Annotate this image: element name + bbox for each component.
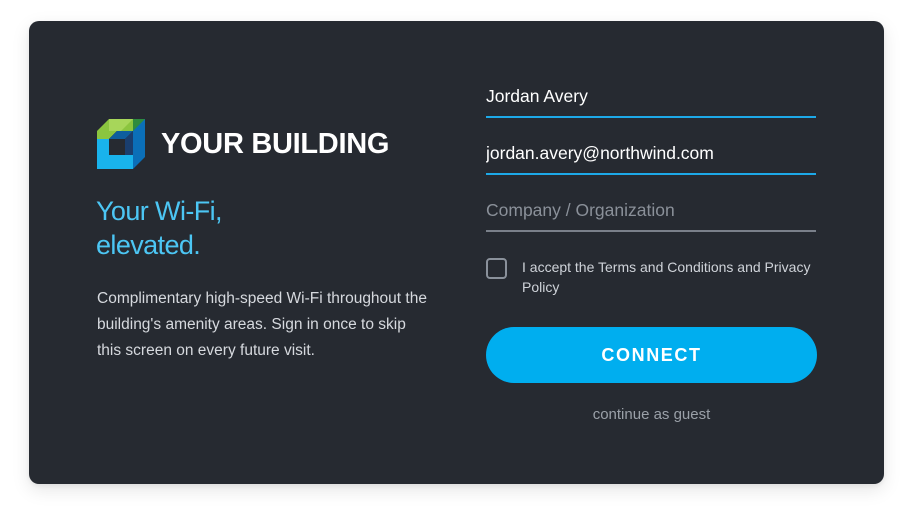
connect-button[interactable]: CONNECT bbox=[486, 327, 817, 383]
tagline: Your Wi-Fi, elevated. bbox=[96, 194, 396, 262]
terms-row: I accept the Terms and Conditions and Pr… bbox=[486, 257, 816, 297]
continue-as-guest-link[interactable]: continue as guest bbox=[486, 406, 817, 423]
email-field-container bbox=[486, 133, 816, 175]
terms-checkbox[interactable] bbox=[486, 258, 507, 279]
description-text: Complimentary high-speed Wi-Fi throughou… bbox=[97, 290, 427, 359]
login-card: YOUR BUILDING Your Wi-Fi, elevated. Comp… bbox=[29, 21, 884, 484]
name-field-container bbox=[486, 76, 816, 118]
tagline-line-2: elevated. bbox=[96, 230, 201, 260]
email-input[interactable] bbox=[486, 133, 816, 173]
name-input[interactable] bbox=[486, 76, 816, 116]
building-cube-logo-icon bbox=[97, 119, 145, 169]
terms-label: I accept the Terms and Conditions and Pr… bbox=[522, 259, 811, 295]
company-field-container bbox=[486, 190, 816, 232]
brand-header: YOUR BUILDING bbox=[97, 119, 389, 169]
tagline-line-1: Your Wi-Fi, bbox=[96, 196, 223, 226]
company-input[interactable] bbox=[486, 190, 816, 230]
brand-name: YOUR BUILDING bbox=[161, 127, 390, 160]
